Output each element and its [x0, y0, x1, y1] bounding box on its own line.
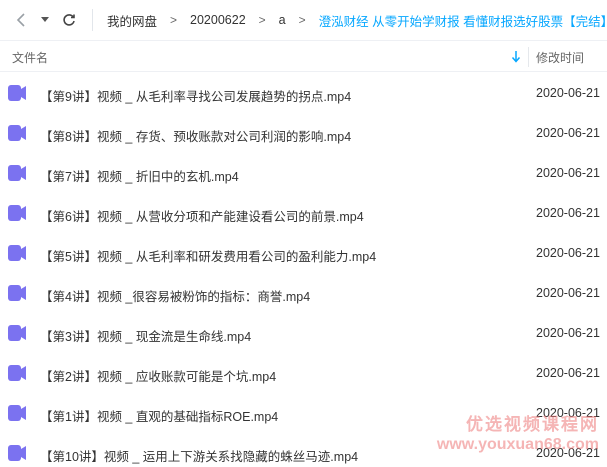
breadcrumb-item-a[interactable]: a	[279, 13, 286, 27]
file-modified-date: 2020-06-21	[536, 446, 600, 460]
file-row[interactable]: 【第1讲】视频 _ 直观的基础指标ROE.mp4 2020-06-21	[0, 393, 607, 433]
file-row[interactable]: 【第6讲】视频 _ 从营收分项和产能建设看公司的前景.mp4 2020-06-2…	[0, 193, 607, 233]
file-modified-date: 2020-06-21	[536, 126, 600, 140]
column-divider[interactable]	[528, 47, 529, 67]
file-modified-date: 2020-06-21	[536, 366, 600, 380]
file-name: 【第6讲】视频 _ 从营收分项和产能建设看公司的前景.mp4	[40, 210, 364, 224]
file-row[interactable]: 【第2讲】视频 _ 应收账款可能是个坑.mp4 2020-06-21	[0, 353, 607, 393]
breadcrumb-item-20200622[interactable]: 20200622	[190, 13, 246, 27]
file-name: 【第7讲】视频 _ 折旧中的玄机.mp4	[40, 170, 239, 184]
chevron-left-icon[interactable]	[10, 9, 32, 31]
file-modified-date: 2020-06-21	[536, 166, 600, 180]
breadcrumb: 我的网盘 > 20200622 > a > 澄泓财经 从零开始学财报 看懂财报选…	[107, 11, 607, 30]
arrow-down-icon[interactable]	[511, 51, 521, 63]
video-file-icon	[8, 405, 26, 421]
toolbar-divider	[92, 9, 93, 31]
file-name: 【第8讲】视频 _ 存货、预收账款对公司利润的影响.mp4	[40, 130, 352, 144]
video-file-icon	[8, 285, 26, 301]
file-row[interactable]: 【第10讲】视频 _ 运用上下游关系找隐藏的蛛丝马迹.mp4 2020-06-2…	[0, 433, 607, 467]
toolbar: 我的网盘 > 20200622 > a > 澄泓财经 从零开始学财报 看懂财报选…	[0, 0, 607, 40]
file-name: 【第2讲】视频 _ 应收账款可能是个坑.mp4	[40, 370, 277, 384]
file-list: 【第9讲】视频 _ 从毛利率寻找公司发展趋势的拐点.mp4 2020-06-21…	[0, 73, 607, 467]
breadcrumb-separator: >	[258, 13, 266, 27]
file-modified-date: 2020-06-21	[536, 326, 600, 340]
file-row[interactable]: 【第9讲】视频 _ 从毛利率寻找公司发展趋势的拐点.mp4 2020-06-21	[0, 73, 607, 113]
file-modified-date: 2020-06-21	[536, 286, 600, 300]
video-file-icon	[8, 445, 26, 461]
file-row[interactable]: 【第3讲】视频 _ 现金流是生命线.mp4 2020-06-21	[0, 313, 607, 353]
file-name: 【第3讲】视频 _ 现金流是生命线.mp4	[40, 330, 252, 344]
breadcrumb-separator: >	[170, 13, 178, 27]
file-modified-date: 2020-06-21	[536, 206, 600, 220]
file-name: 【第10讲】视频 _ 运用上下游关系找隐藏的蛛丝马迹.mp4	[40, 450, 359, 464]
video-file-icon	[8, 205, 26, 221]
column-header-modified[interactable]: 修改时间	[536, 49, 584, 66]
file-row[interactable]: 【第8讲】视频 _ 存货、预收账款对公司利润的影响.mp4 2020-06-21	[0, 113, 607, 153]
breadcrumb-current-folder: 澄泓财经 从零开始学财报 看懂财报选好股票【完结】	[318, 14, 607, 29]
refresh-icon[interactable]	[58, 9, 80, 31]
file-name: 【第5讲】视频 _ 从毛利率和研发费用看公司的盈利能力.mp4	[40, 250, 377, 264]
file-row[interactable]: 【第4讲】视频 _很容易被粉饰的指标：商誉.mp4 2020-06-21	[0, 273, 607, 313]
breadcrumb-item-my-drive[interactable]: 我的网盘	[107, 11, 157, 30]
video-file-icon	[8, 365, 26, 381]
video-file-icon	[8, 245, 26, 261]
caret-down-icon[interactable]	[38, 9, 52, 31]
video-file-icon	[8, 165, 26, 181]
file-row[interactable]: 【第7讲】视频 _ 折旧中的玄机.mp4 2020-06-21	[0, 153, 607, 193]
file-row[interactable]: 【第5讲】视频 _ 从毛利率和研发费用看公司的盈利能力.mp4 2020-06-…	[0, 233, 607, 273]
video-file-icon	[8, 125, 26, 141]
file-name: 【第4讲】视频 _很容易被粉饰的指标：商誉.mp4	[40, 290, 311, 304]
file-list-header: 文件名 修改时间	[0, 40, 607, 72]
file-name: 【第9讲】视频 _ 从毛利率寻找公司发展趋势的拐点.mp4	[40, 90, 352, 104]
breadcrumb-separator: >	[298, 13, 306, 27]
file-name: 【第1讲】视频 _ 直观的基础指标ROE.mp4	[40, 410, 279, 424]
file-modified-date: 2020-06-21	[536, 86, 600, 100]
video-file-icon	[8, 325, 26, 341]
column-header-name[interactable]: 文件名	[12, 49, 48, 66]
video-file-icon	[8, 85, 26, 101]
file-modified-date: 2020-06-21	[536, 246, 600, 260]
file-modified-date: 2020-06-21	[536, 406, 600, 420]
